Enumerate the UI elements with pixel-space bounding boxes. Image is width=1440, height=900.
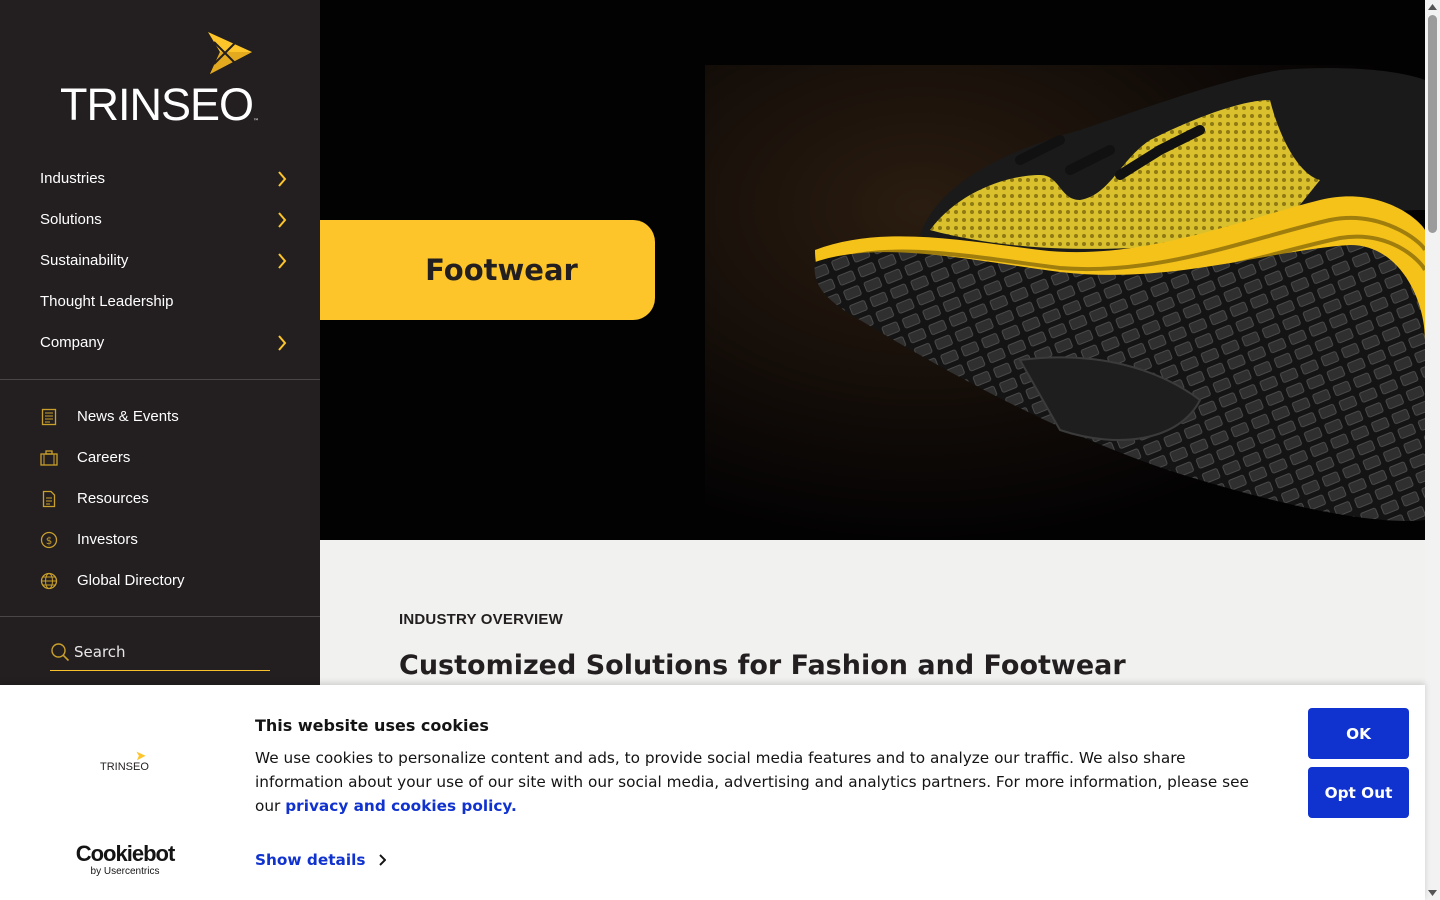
nav-item-label: Investors [77,531,138,548]
hero-title: Footwear [425,253,578,287]
nav-item-careers[interactable]: Careers [0,437,320,478]
cookie-consent-banner: TRINSEO Cookiebot by Usercentrics This w… [0,685,1425,900]
nav-item-resources[interactable]: Resources [0,478,320,519]
section-title: Customized Solutions for Fashion and Foo… [399,650,1126,681]
search-icon[interactable] [50,641,72,663]
nav-item-label: Thought Leadership [40,293,174,310]
globe-icon [40,572,58,590]
cookie-banner-text: We use cookies to personalize content an… [255,746,1275,818]
secondary-nav: News & Events Careers Resources $ Invest… [0,396,320,601]
trademark-symbol: ™ [253,118,259,125]
nav-item-label: Global Directory [77,572,185,589]
main-nav: Industries Solutions Sustainability Thou… [0,158,320,363]
cookiebot-byline: by Usercentrics [90,866,160,877]
scroll-down-arrow-icon[interactable] [1428,890,1437,896]
chevron-right-icon [379,854,387,866]
sidebar-search [50,634,270,671]
nav-item-sustainability[interactable]: Sustainability [0,240,320,281]
nav-item-investors[interactable]: $ Investors [0,519,320,560]
nav-item-label: Industries [40,170,106,187]
dollar-coin-icon: $ [40,531,58,549]
nav-item-solutions[interactable]: Solutions [0,199,320,240]
nav-item-label: Sustainability [40,252,129,269]
cookie-opt-out-button[interactable]: Opt Out [1308,767,1409,818]
scrollbar-thumb[interactable] [1428,15,1437,233]
sidebar-divider [0,616,320,617]
trinseo-logo-mark-icon [208,32,252,74]
hero-industry-tag: Footwear [320,220,655,320]
nav-item-global-directory[interactable]: Global Directory [0,560,320,601]
trinseo-logo-mark-icon [136,751,146,761]
banner-logo-wordmark: TRINSEO [100,761,149,773]
cookie-banner-title: This website uses cookies [255,716,489,735]
scroll-up-arrow-icon[interactable] [1428,4,1437,10]
nav-item-company[interactable]: Company [0,322,320,363]
nav-item-label: Solutions [40,211,102,228]
nav-item-industries[interactable]: Industries [0,158,320,199]
show-details-label: Show details [255,851,366,869]
search-input[interactable] [74,643,264,661]
briefcase-icon [40,449,58,467]
hero-banner: Footwear [320,0,1425,540]
chevron-right-icon [274,211,290,229]
sidebar-divider [0,379,320,380]
cookie-ok-button[interactable]: OK [1308,708,1409,759]
nav-item-label: News & Events [77,408,179,425]
banner-trinseo-logo: TRINSEO [98,751,149,775]
document-icon [40,490,58,508]
nav-item-label: Resources [77,490,149,507]
chevron-right-icon [274,334,290,352]
nav-item-label: Company [40,334,105,351]
nav-item-news-events[interactable]: News & Events [0,396,320,437]
nav-item-label: Careers [77,449,131,466]
show-details-link[interactable]: Show details [255,851,387,869]
chevron-right-icon [274,170,290,188]
trinseo-wordmark: TRINSEO [60,79,254,130]
chevron-right-icon [274,252,290,270]
page-scrollbar[interactable] [1425,0,1440,900]
nav-item-thought-leadership[interactable]: Thought Leadership [0,281,320,322]
newspaper-icon [40,408,58,426]
trinseo-logo[interactable]: TRINSEO ™ [60,30,270,130]
cookiebot-wordmark: Cookiebot [75,841,176,866]
privacy-policy-link[interactable]: privacy and cookies policy. [285,797,517,815]
svg-text:$: $ [46,536,52,547]
cookiebot-logo[interactable]: Cookiebot by Usercentrics [70,841,180,878]
section-eyebrow: INDUSTRY OVERVIEW [399,611,563,628]
